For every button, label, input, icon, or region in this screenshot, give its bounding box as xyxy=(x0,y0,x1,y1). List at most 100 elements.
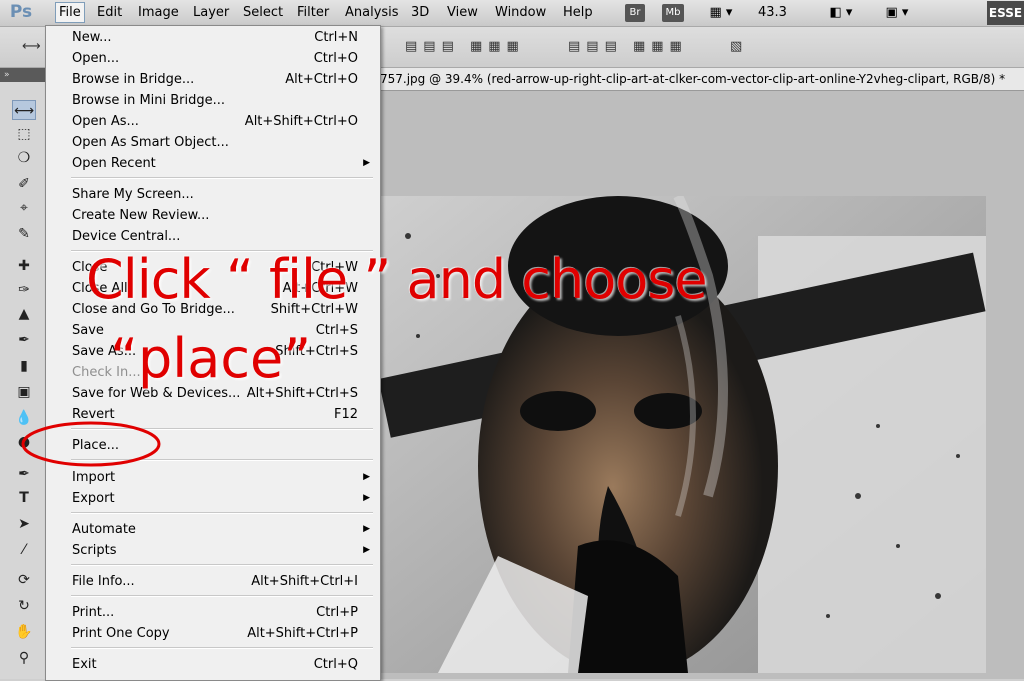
menu-item-device-central[interactable]: Device Central... xyxy=(72,226,374,247)
distribute-icons[interactable]: ▤▤▤ ▦▦▦ xyxy=(568,37,688,57)
menu-item-label: Exit xyxy=(72,657,97,672)
menu-filter[interactable]: Filter xyxy=(294,3,332,22)
menu-analysis[interactable]: Analysis xyxy=(342,3,402,22)
menu-item-label: Create New Review... xyxy=(72,208,210,223)
3d-rotate-tool-icon[interactable]: ⟳ xyxy=(12,570,36,590)
submenu-arrow-icon: ▶ xyxy=(363,158,370,168)
menu-item-browse-in-bridge[interactable]: Browse in Bridge... Alt+Ctrl+O xyxy=(72,69,374,90)
workspace-switcher[interactable]: ESSE xyxy=(987,1,1024,25)
menu-view[interactable]: View xyxy=(444,3,481,22)
menu-item-label: Share My Screen... xyxy=(72,187,194,202)
menu-item-exit[interactable]: Exit Ctrl+Q xyxy=(72,654,374,675)
zoom-tool-icon[interactable]: ⚲ xyxy=(12,648,36,668)
hand-tool-icon[interactable]: ✋ xyxy=(12,622,36,642)
menu-help[interactable]: Help xyxy=(560,3,596,22)
menu-item-label: Open As Smart Object... xyxy=(72,135,229,150)
menu-item-label: Browse in Bridge... xyxy=(72,72,195,87)
menu-3d[interactable]: 3D xyxy=(408,3,432,22)
menu-item-label: Automate xyxy=(72,522,136,537)
healing-brush-tool-icon[interactable]: ✚ xyxy=(12,256,36,276)
history-brush-tool-icon[interactable]: ✒ xyxy=(12,330,36,350)
marquee-tool-icon[interactable]: ⬚ xyxy=(12,124,36,144)
menu-item-share-my-screen[interactable]: Share My Screen... xyxy=(72,184,374,205)
menu-item-label: Print... xyxy=(72,605,115,620)
menu-item-label: Save xyxy=(72,323,104,338)
move-tool-preset-icon[interactable]: ⟷ xyxy=(22,37,41,57)
crop-tool-icon[interactable]: ⌖ xyxy=(12,198,36,218)
menu-separator xyxy=(71,177,373,179)
menu-item-label: Open Recent xyxy=(72,156,156,171)
arrange-documents-icon[interactable]: ◧ ▾ xyxy=(824,3,858,23)
submenu-arrow-icon: ▶ xyxy=(363,472,370,482)
menu-bar: Ps File Edit Image Layer Select Filter A… xyxy=(0,0,1024,27)
menu-item-print[interactable]: Print... Ctrl+P xyxy=(72,602,374,623)
menu-item-shortcut: F12 xyxy=(333,407,358,422)
menu-window[interactable]: Window xyxy=(492,3,549,22)
bridge-button[interactable]: Br xyxy=(625,4,645,22)
menu-item-label: Device Central... xyxy=(72,229,181,244)
menu-item-create-new-review[interactable]: Create New Review... xyxy=(72,205,374,226)
photoshop-logo: Ps xyxy=(9,2,33,22)
menu-item-open-recent[interactable]: Open Recent ▶ xyxy=(72,153,374,174)
eraser-tool-icon[interactable]: ▮ xyxy=(12,356,36,376)
menu-item-open[interactable]: Open... Ctrl+O xyxy=(72,48,374,69)
menu-item-label: Scripts xyxy=(72,543,117,558)
menu-separator xyxy=(71,564,373,566)
zoom-level[interactable]: 43.3 xyxy=(758,3,787,23)
shape-tool-icon[interactable]: ⁄ xyxy=(12,540,36,560)
menu-item-shortcut: Ctrl+P xyxy=(316,605,358,620)
annotation-instruction-text-2: “place” xyxy=(110,327,312,390)
menu-item-shortcut: Alt+Shift+Ctrl+I xyxy=(251,574,358,589)
3d-orbit-tool-icon[interactable]: ↻ xyxy=(12,596,36,616)
menu-item-open-as-smart-object[interactable]: Open As Smart Object... xyxy=(72,132,374,153)
menu-item-scripts[interactable]: Scripts ▶ xyxy=(72,540,374,561)
menu-item-shortcut: Alt+Shift+Ctrl+P xyxy=(247,626,358,641)
align-icons[interactable]: ▤▤▤ ▦▦▦ xyxy=(405,37,525,57)
brush-tool-icon[interactable]: ✑ xyxy=(12,280,36,300)
menu-item-label: Open... xyxy=(72,51,120,66)
menu-layer[interactable]: Layer xyxy=(190,3,232,22)
view-extras-icon[interactable]: ▦ ▾ xyxy=(704,3,738,23)
submenu-arrow-icon: ▶ xyxy=(363,545,370,555)
clone-stamp-tool-icon[interactable]: ▲ xyxy=(12,304,36,324)
menu-item-shortcut: Ctrl+O xyxy=(313,51,358,66)
eyedropper-tool-icon[interactable]: ✎ xyxy=(12,224,36,244)
menu-item-export[interactable]: Export ▶ xyxy=(72,488,374,509)
menu-item-label: Print One Copy xyxy=(72,626,170,641)
auto-align-icon[interactable]: ▧ xyxy=(730,37,742,57)
move-tool-icon[interactable]: ⟷ xyxy=(12,100,36,120)
menu-separator xyxy=(71,595,373,597)
menu-image[interactable]: Image xyxy=(135,3,182,22)
annotation-circle-highlight xyxy=(21,421,161,467)
menu-item-automate[interactable]: Automate ▶ xyxy=(72,519,374,540)
menu-item-file-info[interactable]: File Info... Alt+Shift+Ctrl+I xyxy=(72,571,374,592)
menu-select[interactable]: Select xyxy=(240,3,286,22)
menu-item-browse-in-mini-bridge[interactable]: Browse in Mini Bridge... xyxy=(72,90,374,111)
menu-item-label: Open As... xyxy=(72,114,139,129)
menu-edit[interactable]: Edit xyxy=(94,3,125,22)
document-tab[interactable]: 757.jpg @ 39.4% (red-arrow-up-right-clip… xyxy=(380,68,1024,91)
menu-file[interactable]: File xyxy=(55,2,85,23)
submenu-arrow-icon: ▶ xyxy=(363,493,370,503)
tools-panel-header[interactable]: » xyxy=(0,68,46,82)
menu-item-label: Export xyxy=(72,491,115,506)
lasso-tool-icon[interactable]: ❍ xyxy=(12,148,36,168)
gradient-tool-icon[interactable]: ▣ xyxy=(12,382,36,402)
menu-item-open-as[interactable]: Open As... Alt+Shift+Ctrl+O xyxy=(72,111,374,132)
menu-separator xyxy=(71,647,373,649)
path-selection-tool-icon[interactable]: ➤ xyxy=(12,514,36,534)
screen-mode-icon[interactable]: ▣ ▾ xyxy=(880,3,914,23)
menu-item-shortcut: Ctrl+S xyxy=(315,323,358,338)
quick-select-tool-icon[interactable]: ✐ xyxy=(12,174,36,194)
type-tool-icon[interactable]: T xyxy=(12,488,36,508)
mini-bridge-button[interactable]: Mb xyxy=(662,4,684,22)
menu-item-label: Browse in Mini Bridge... xyxy=(72,93,226,108)
menu-item-shortcut: Alt+Shift+Ctrl+O xyxy=(244,114,358,129)
menu-item-shortcut: Ctrl+Q xyxy=(313,657,358,672)
submenu-arrow-icon: ▶ xyxy=(363,524,370,534)
menu-item-label: File Info... xyxy=(72,574,135,589)
menu-item-print-one-copy[interactable]: Print One Copy Alt+Shift+Ctrl+P xyxy=(72,623,374,644)
menu-item-import[interactable]: Import ▶ xyxy=(72,467,374,488)
menu-item-new[interactable]: New... Ctrl+N xyxy=(72,27,374,48)
menu-separator xyxy=(71,512,373,514)
